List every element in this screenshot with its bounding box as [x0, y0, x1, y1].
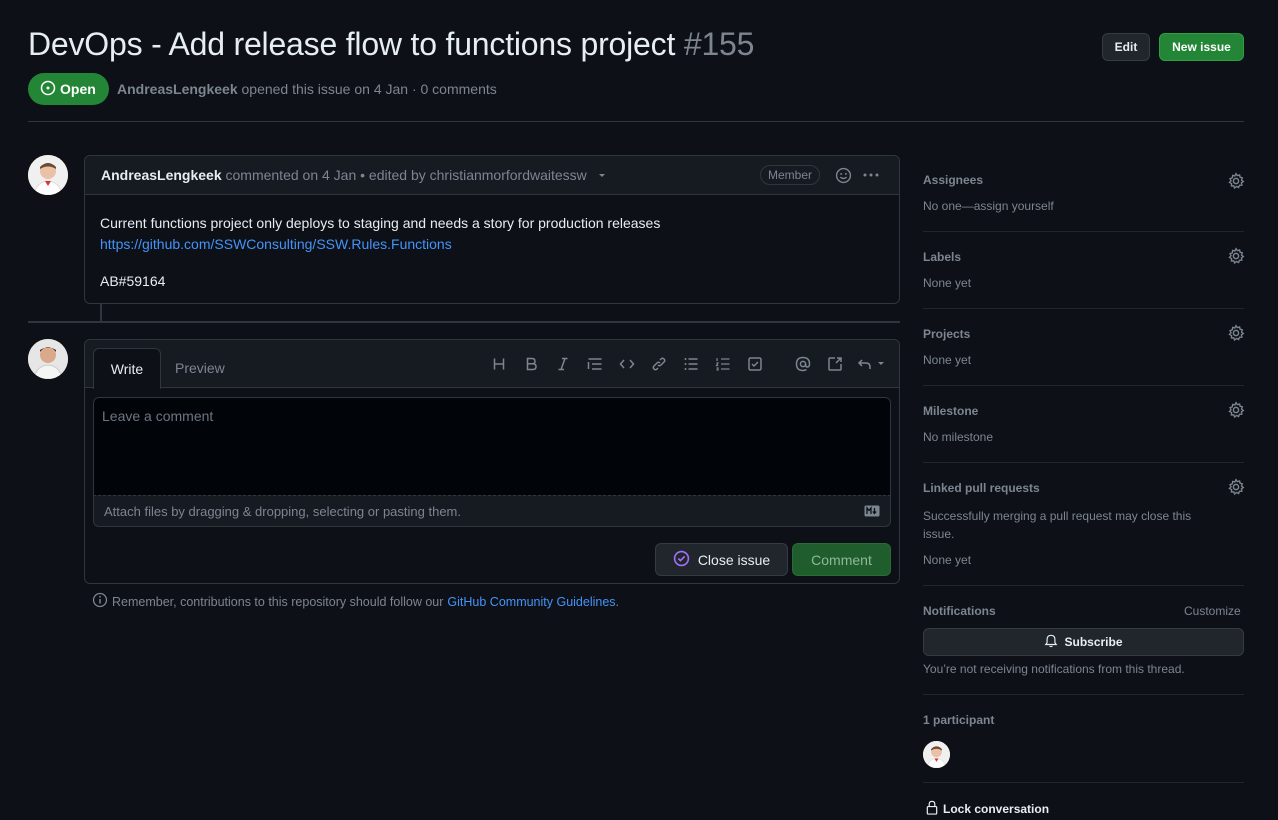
- comment-text: Current functions project only deploys t…: [100, 215, 661, 231]
- labels-heading[interactable]: Labels: [923, 250, 961, 264]
- timeline-divider: [28, 321, 900, 323]
- status-badge: Open: [28, 73, 109, 105]
- guidelines-link[interactable]: GitHub Community Guidelines: [447, 595, 615, 609]
- reply-icon[interactable]: [857, 354, 887, 374]
- notifications-status: You’re not receiving notifications from …: [923, 662, 1185, 676]
- linked-prs-value: None yet: [923, 553, 972, 567]
- smiley-icon[interactable]: [835, 167, 852, 187]
- customize-link[interactable]: Customize: [1184, 604, 1241, 618]
- linked-prs-heading[interactable]: Linked pull requests: [923, 481, 1040, 495]
- sidebar-divider: [923, 462, 1244, 463]
- close-issue-label: Close issue: [697, 551, 771, 568]
- guidelines-prefix: Remember, contributions to this reposito…: [112, 594, 444, 609]
- chevron-down-icon[interactable]: [597, 167, 607, 183]
- link-icon[interactable]: [649, 354, 669, 374]
- italic-icon[interactable]: [553, 354, 573, 374]
- subscribe-button[interactable]: Subscribe: [923, 628, 1244, 656]
- comment-author-link[interactable]: AndreasLengkeek: [101, 167, 222, 183]
- milestone-value: No milestone: [923, 430, 994, 444]
- bell-icon: [1044, 634, 1058, 651]
- quote-icon[interactable]: [585, 354, 605, 374]
- bold-icon[interactable]: [521, 354, 541, 374]
- lock-conversation-label: Lock conversation: [943, 802, 1050, 816]
- sidebar-divider: [923, 782, 1244, 783]
- sidebar-divider: [923, 585, 1244, 586]
- header-divider: [28, 121, 1244, 122]
- guidelines-note: Remember, contributions to this reposito…: [92, 592, 619, 611]
- reference-icon[interactable]: [825, 354, 845, 374]
- unordered-list-icon[interactable]: [681, 354, 701, 374]
- gear-icon[interactable]: [1227, 172, 1245, 190]
- avatar[interactable]: [28, 155, 68, 195]
- comment-header: AndreasLengkeek commented on 4 Jan • edi…: [85, 156, 899, 195]
- avatar[interactable]: [923, 741, 950, 768]
- status-label: Open: [60, 81, 96, 97]
- assignees-value[interactable]: No one—assign yourself: [923, 199, 1054, 213]
- attach-files-text: Attach files by dragging & dropping, sel…: [104, 504, 461, 519]
- milestone-heading[interactable]: Milestone: [923, 404, 978, 418]
- kebab-horizontal-icon[interactable]: [862, 166, 880, 187]
- member-badge: Member: [760, 165, 821, 185]
- attach-files-bar[interactable]: Attach files by dragging & dropping, sel…: [93, 495, 891, 527]
- gear-icon[interactable]: [1227, 247, 1245, 265]
- gear-icon[interactable]: [1227, 401, 1245, 419]
- comment: AndreasLengkeek commented on 4 Jan • edi…: [84, 155, 900, 304]
- markdown-icon[interactable]: [864, 505, 880, 520]
- tab-preview[interactable]: Preview: [175, 360, 225, 376]
- close-issue-button[interactable]: Close issue: [655, 543, 788, 576]
- labels-value: None yet: [923, 276, 972, 290]
- timeline-line: [100, 304, 102, 322]
- gear-icon[interactable]: [1227, 478, 1245, 496]
- lock-conversation-link[interactable]: Lock conversation: [925, 800, 1049, 818]
- comment-body: Current functions project only deploys t…: [100, 213, 660, 292]
- info-icon: [92, 592, 108, 611]
- notifications-heading: Notifications: [923, 604, 996, 618]
- work-item-ref: AB#59164: [100, 273, 166, 289]
- projects-heading[interactable]: Projects: [923, 327, 970, 341]
- code-icon[interactable]: [617, 354, 637, 374]
- comment-meta[interactable]: commented on 4 Jan • edited by christian…: [226, 167, 587, 183]
- sidebar-divider: [923, 231, 1244, 232]
- comment-editor: Write Preview Leave a comment Attach fil…: [84, 339, 900, 584]
- task-list-icon[interactable]: [745, 354, 765, 374]
- ordered-list-icon[interactable]: [713, 354, 733, 374]
- issue-author-link[interactable]: AndreasLengkeek: [117, 81, 238, 97]
- sidebar-divider: [923, 385, 1244, 386]
- new-issue-button[interactable]: New issue: [1159, 33, 1244, 61]
- issue-title-text: DevOps - Add release flow to functions p…: [28, 26, 676, 62]
- linked-prs-desc: Successfully merging a pull request may …: [923, 509, 1192, 541]
- edit-button[interactable]: Edit: [1102, 33, 1150, 61]
- editor-toolbar: Write Preview: [85, 340, 899, 389]
- guidelines-suffix: .: [615, 594, 620, 609]
- issue-title: DevOps - Add release flow to functions p…: [28, 26, 754, 63]
- comment-author-line: AndreasLengkeek commented on 4 Jan • edi…: [101, 167, 607, 183]
- avatar[interactable]: [28, 339, 68, 379]
- comment-textarea[interactable]: Leave a comment: [93, 397, 891, 496]
- participants-heading: 1 participant: [923, 713, 995, 727]
- projects-value: None yet: [923, 353, 972, 367]
- issue-opened-text: opened this issue on 4 Jan · 0 comments: [241, 81, 497, 97]
- repo-link[interactable]: https://github.com/SSWConsulting/SSW.Rul…: [100, 236, 452, 252]
- subscribe-label: Subscribe: [1064, 635, 1123, 649]
- tab-write[interactable]: Write: [93, 348, 161, 389]
- sidebar-divider: [923, 308, 1244, 309]
- gear-icon[interactable]: [1227, 324, 1245, 342]
- issue-closed-icon: [673, 550, 690, 570]
- lock-icon: [925, 800, 939, 818]
- issue-meta: AndreasLengkeek opened this issue on 4 J…: [117, 81, 497, 97]
- sidebar-divider: [923, 694, 1244, 695]
- issue-number: #155: [683, 26, 755, 62]
- comment-placeholder: Leave a comment: [102, 408, 214, 424]
- assignees-heading[interactable]: Assignees: [923, 173, 983, 187]
- comment-button[interactable]: Comment: [792, 543, 891, 576]
- mention-icon[interactable]: [793, 354, 813, 374]
- issue-opened-icon: [40, 80, 56, 99]
- heading-icon[interactable]: [489, 354, 509, 374]
